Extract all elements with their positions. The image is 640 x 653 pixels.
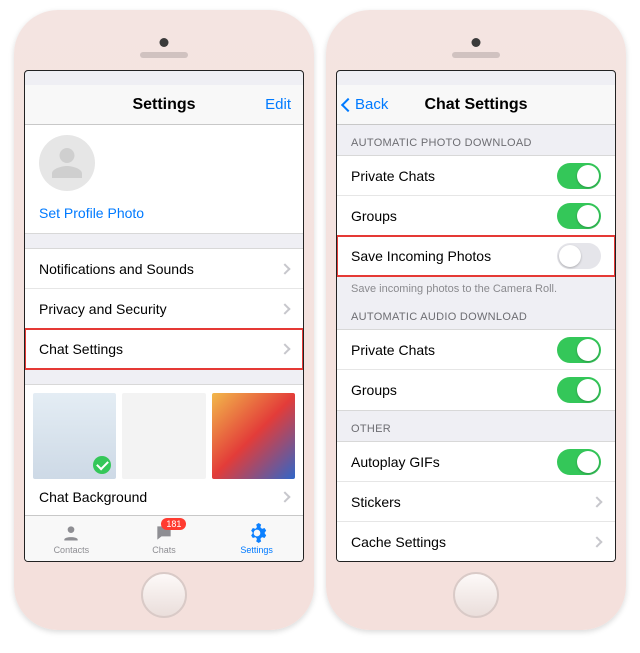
row-label: Private Chats — [351, 342, 435, 358]
tab-contacts[interactable]: Contacts — [25, 516, 118, 561]
row-cache-settings[interactable]: Cache Settings — [337, 522, 615, 561]
tab-settings[interactable]: Settings — [210, 516, 303, 561]
device-top — [24, 20, 304, 70]
row-groups[interactable]: Groups — [337, 196, 615, 236]
row-label: Groups — [351, 208, 397, 224]
chevron-right-icon — [279, 343, 290, 354]
navbar: Settings Edit — [25, 85, 303, 125]
row-stickers[interactable]: Stickers — [337, 482, 615, 522]
gear-icon — [246, 522, 268, 544]
status-bar — [337, 71, 615, 85]
content-area: Automatic Photo Download Private Chats G… — [337, 125, 615, 561]
row-label: Save Incoming Photos — [351, 248, 491, 264]
row-label: Stickers — [351, 494, 401, 510]
toggle-switch[interactable] — [557, 337, 601, 363]
tab-label: Settings — [240, 545, 273, 555]
toggle-switch[interactable] — [557, 449, 601, 475]
section-header: Automatic Photo Download — [337, 125, 615, 155]
contacts-icon — [60, 522, 82, 544]
toggle-switch[interactable] — [557, 377, 601, 403]
edit-button[interactable]: Edit — [265, 96, 291, 113]
row-save-incoming[interactable]: Save Incoming Photos — [337, 236, 615, 276]
status-bar — [25, 71, 303, 85]
row-chat-settings[interactable]: Chat Settings — [25, 329, 303, 369]
wallpaper-thumb[interactable] — [122, 393, 205, 479]
avatar-icon[interactable] — [39, 135, 95, 191]
content-area: Set Profile Photo Notifications and Soun… — [25, 125, 303, 515]
tab-label: Contacts — [54, 545, 90, 555]
chevron-right-icon — [591, 496, 602, 507]
row-label: Notifications and Sounds — [39, 261, 194, 277]
row-privacy[interactable]: Privacy and Security — [25, 289, 303, 329]
row-autoplay-gifs[interactable]: Autoplay GIFs — [337, 442, 615, 482]
row-label: Cache Settings — [351, 534, 446, 550]
back-label: Back — [355, 96, 388, 113]
chevron-right-icon — [279, 263, 290, 274]
home-button[interactable] — [453, 572, 499, 618]
row-label: Chat Background — [39, 489, 147, 505]
audio-list: Private Chats Groups — [337, 329, 615, 411]
toggle-switch[interactable] — [557, 203, 601, 229]
badge: 181 — [161, 518, 186, 530]
toggle-switch[interactable] — [557, 163, 601, 189]
row-label: Privacy and Security — [39, 301, 167, 317]
settings-list: Notifications and Sounds Privacy and Sec… — [25, 248, 303, 370]
chevron-left-icon — [341, 97, 355, 111]
chevron-right-icon — [279, 491, 290, 502]
navbar: Back Chat Settings — [337, 85, 615, 125]
row-label: Private Chats — [351, 168, 435, 184]
chevron-right-icon — [591, 536, 602, 547]
section-footer: Save incoming photos to the Camera Roll. — [337, 277, 615, 299]
section-header: Automatic Audio Download — [337, 299, 615, 329]
row-chat-background[interactable]: Chat Background — [25, 479, 303, 515]
left-screen: Settings Edit Set Profile Photo Notifica… — [24, 70, 304, 562]
home-button[interactable] — [141, 572, 187, 618]
row-label: Autoplay GIFs — [351, 454, 440, 470]
tab-bar: Contacts 181 Chats Settings — [25, 515, 303, 561]
page-title: Chat Settings — [424, 96, 527, 114]
back-button[interactable]: Back — [343, 96, 388, 113]
right-phone: Back Chat Settings Automatic Photo Downl… — [326, 10, 626, 630]
row-label: Chat Settings — [39, 341, 123, 357]
toggle-switch[interactable] — [557, 243, 601, 269]
wallpaper-thumb[interactable] — [212, 393, 295, 479]
tab-chats[interactable]: 181 Chats — [118, 516, 211, 561]
device-top — [336, 20, 616, 70]
row-private-chats[interactable]: Private Chats — [337, 156, 615, 196]
section-header: Other — [337, 411, 615, 441]
chevron-right-icon — [279, 303, 290, 314]
selected-check-icon — [93, 456, 111, 474]
photo-list: Private Chats Groups Save Incoming Photo… — [337, 155, 615, 277]
row-label: Groups — [351, 382, 397, 398]
row-groups-audio[interactable]: Groups — [337, 370, 615, 410]
wallpaper-thumb[interactable] — [33, 393, 116, 479]
page-title: Settings — [132, 96, 195, 114]
tab-label: Chats — [152, 545, 176, 555]
profile-block: Set Profile Photo — [25, 125, 303, 234]
row-private-chats-audio[interactable]: Private Chats — [337, 330, 615, 370]
left-phone: Settings Edit Set Profile Photo Notifica… — [14, 10, 314, 630]
right-screen: Back Chat Settings Automatic Photo Downl… — [336, 70, 616, 562]
other-list: Autoplay GIFs Stickers Cache Settings — [337, 441, 615, 561]
row-notifications[interactable]: Notifications and Sounds — [25, 249, 303, 289]
set-profile-photo-link[interactable]: Set Profile Photo — [39, 205, 289, 221]
wallpaper-thumbs — [25, 384, 303, 479]
